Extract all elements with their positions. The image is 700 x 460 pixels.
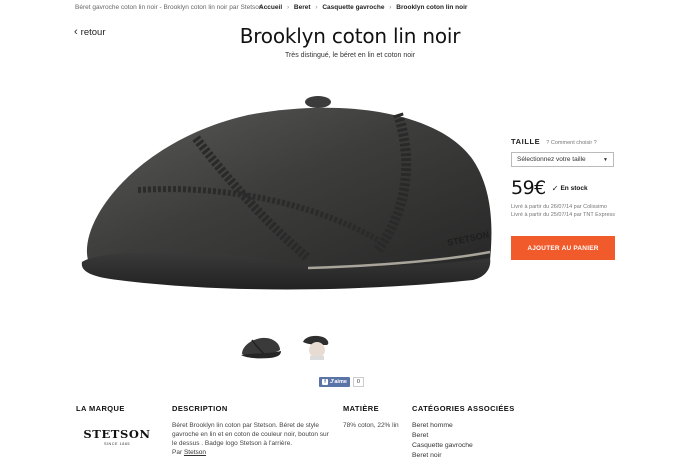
material-heading: MATIÈRE xyxy=(343,404,379,413)
material-text: 78% coton, 22% lin xyxy=(343,422,399,429)
breadcrumb-separator: › xyxy=(389,4,392,11)
category-link[interactable]: Casquette gavroche xyxy=(412,441,515,451)
breadcrumb-item-current: Brooklyn coton lin noir xyxy=(396,4,468,11)
size-label: TAILLE xyxy=(511,137,541,146)
page-title-bar: Béret gavroche coton lin noir - Brooklyn… xyxy=(75,4,263,11)
size-select[interactable]: Sélectionnez votre taille ▼ xyxy=(511,152,614,167)
check-icon: ✓ xyxy=(551,183,559,193)
product-image: STETSON xyxy=(81,96,492,290)
size-help-link[interactable]: ? Comment choisir ? xyxy=(546,140,596,146)
stetson-logo-since: SINCE 1865 xyxy=(103,442,131,446)
delivery-line: Livré à partir du 26/07/14 par Colissimo xyxy=(511,204,607,210)
stetson-logo[interactable]: STETSON SINCE 1865 xyxy=(82,427,152,446)
breadcrumb-separator: › xyxy=(315,4,318,11)
categories-heading: CATÉGORIES ASSOCIÉES xyxy=(412,404,515,413)
thumbnail-front[interactable] xyxy=(240,334,282,360)
size-help-label: Comment choisir ? xyxy=(550,140,597,146)
question-icon: ? xyxy=(546,140,550,146)
breadcrumb-separator: › xyxy=(286,4,290,11)
add-to-cart-button[interactable]: AJOUTER AU PANIER xyxy=(511,236,615,260)
brand-section: LA MARQUE STETSON SINCE 1865 xyxy=(76,404,152,446)
delivery-info: Livré à partir du 26/07/14 par Colissimo… xyxy=(511,203,621,219)
breadcrumb-item-casquette-gavroche[interactable]: Casquette gavroche xyxy=(322,4,384,11)
product-price: 59€ xyxy=(511,177,546,199)
category-link[interactable]: Beret noir xyxy=(412,451,515,460)
material-section: MATIÈRE 78% coton, 22% lin xyxy=(343,404,399,430)
size-row: TAILLE ? Comment choisir ? xyxy=(511,137,597,146)
facebook-like-count: 0 xyxy=(352,377,364,387)
facebook-like: f J'aime 0 xyxy=(319,377,364,387)
caret-down-icon: ▼ xyxy=(603,156,608,163)
categories-section: CATÉGORIES ASSOCIÉES Beret homme Beret C… xyxy=(412,404,515,460)
stetson-logo-name: STETSON xyxy=(83,427,151,441)
product-title: Brooklyn coton lin noir xyxy=(239,24,461,48)
description-by-label: Par xyxy=(172,449,183,456)
delivery-line: Livré à partir du 25/07/14 par TNT Expre… xyxy=(511,212,616,218)
breadcrumb: Accueil › Beret › Casquette gavroche › B… xyxy=(259,4,467,11)
description-section: DESCRIPTION Béret Brooklyn lin coton par… xyxy=(172,404,332,457)
price-row: 59€ ✓ En stock xyxy=(511,177,588,199)
facebook-icon: f xyxy=(322,379,328,385)
facebook-like-button[interactable]: f J'aime xyxy=(319,377,350,387)
brand-heading: LA MARQUE xyxy=(76,404,125,413)
brand-link[interactable]: Stetson xyxy=(184,449,206,456)
description-heading: DESCRIPTION xyxy=(172,404,228,413)
facebook-like-label: J'aime xyxy=(330,379,347,385)
thumbnail-worn[interactable] xyxy=(297,334,339,360)
description-by: Par Stetson xyxy=(172,448,332,457)
size-select-value: Sélectionnez votre taille xyxy=(517,156,586,163)
stock-status: ✓ En stock xyxy=(552,184,588,193)
category-link[interactable]: Beret homme xyxy=(412,421,515,431)
category-link[interactable]: Beret xyxy=(412,431,515,441)
stock-label: En stock xyxy=(560,184,588,192)
breadcrumb-item-home[interactable]: Accueil xyxy=(259,4,282,11)
description-text: Béret Brooklyn lin coton par Stetson. Bé… xyxy=(172,422,329,447)
breadcrumb-item-beret[interactable]: Beret xyxy=(294,4,311,11)
product-subtitle: Très distingué, le béret en lin et coton… xyxy=(284,52,416,59)
